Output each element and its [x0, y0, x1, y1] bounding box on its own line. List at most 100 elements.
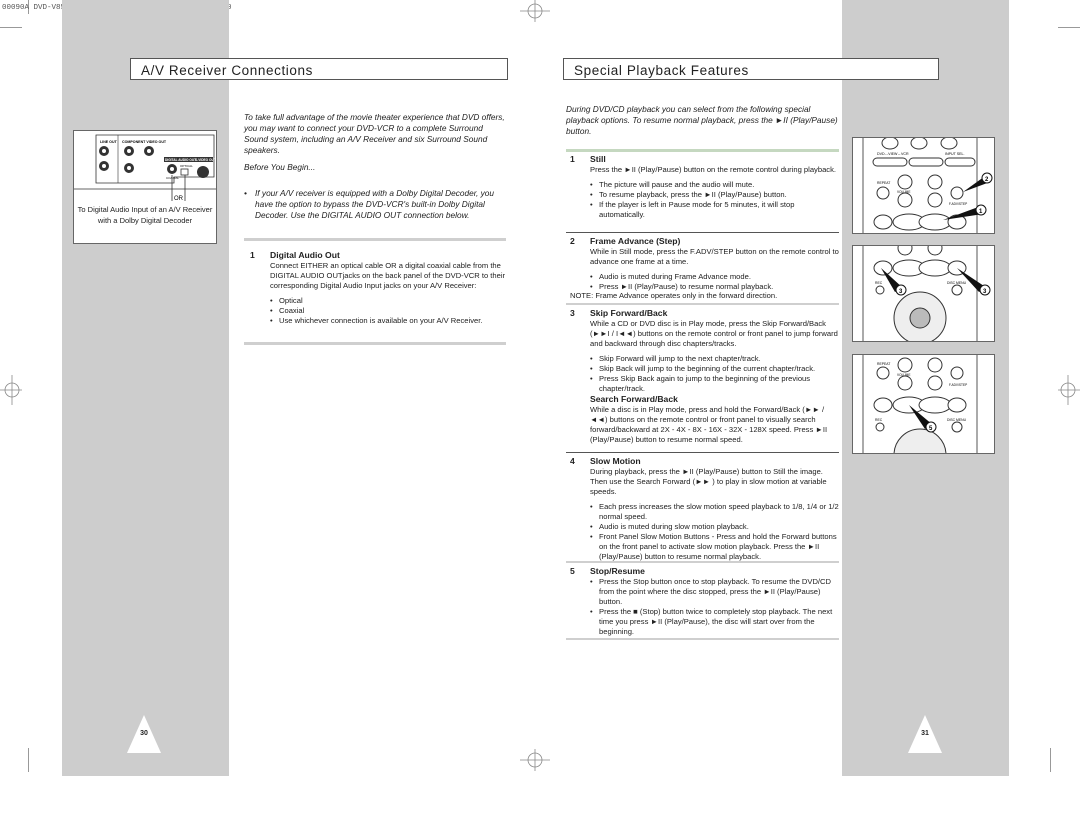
optical-label: OPTICAL: [180, 164, 193, 168]
bullet-item: Audio is muted during slow motion playba…: [590, 522, 840, 532]
section-heading: Frame Advance (Step): [590, 236, 681, 246]
section-number: 2: [570, 236, 575, 246]
disc-menu-label: DISC MENU: [947, 418, 967, 422]
bullet-item: The picture will pause and the audio wil…: [590, 180, 840, 190]
section-divider: [566, 452, 839, 453]
section-number: 1: [570, 154, 575, 164]
bullet-item: Optical: [270, 296, 508, 306]
right-intro-paragraph: During DVD/CD playback you can select fr…: [566, 104, 838, 136]
registration-mark-bottom: [520, 749, 550, 771]
remote-illustration: DVD↔VIEW↔VCR INPUT SEL. REPEAT VOLUME F.…: [862, 138, 993, 233]
section-divider: [566, 638, 839, 640]
digital-audio-out-label: DIGITAL AUDIO OUT: [165, 158, 196, 162]
remote-illustration: REPEAT VOLUME F.ADV/STEP REC DISC MENU 5: [862, 355, 978, 453]
section-number: 5: [570, 566, 575, 576]
section-number: 3: [570, 308, 575, 318]
bullet-item: Skip Forward will jump to the next chapt…: [590, 354, 840, 364]
s-video-out-label: S-VIDEO OUT: [195, 158, 216, 162]
back-panel-illustration: LINE OUT COMPONENT VIDEO OUT DIGITAL AUD…: [74, 131, 216, 203]
section-divider: [566, 561, 839, 563]
coaxial-label: COAXIAL: [166, 176, 179, 180]
bullet-item: Skip Back will jump to the beginning of …: [590, 364, 840, 374]
bullet-item: To resume playback, press the ►II (Play/…: [590, 190, 840, 200]
section-slow-motion: 4 Slow Motion During playback, press the…: [570, 456, 840, 562]
bullet-item: Press Skip Back again to jump to the beg…: [590, 374, 840, 394]
bullet-item: Press the ■ (Stop) button twice to compl…: [590, 607, 840, 637]
remote-illustration: REC DISC MENU 3 3: [862, 246, 991, 341]
f-adv-step-label: F.ADV/STEP: [949, 202, 967, 206]
section-skip-forward-back: 3 Skip Forward/Back While a CD or DVD di…: [570, 308, 840, 445]
section-bullets: Press the Stop button once to stop playb…: [590, 577, 840, 637]
section-text: Press the ►II (Play/Pause) button on the…: [590, 165, 837, 174]
bullet-marker: •: [244, 188, 247, 198]
repeat-label: REPEAT: [877, 362, 890, 366]
before-you-begin-bullet: • If your A/V receiver is equipped with …: [244, 188, 506, 221]
f-adv-step-label: F.ADV/STEP: [949, 383, 967, 387]
subsection-heading: Search Forward/Back: [590, 394, 678, 404]
section-heading: Digital Audio Out: [270, 250, 340, 260]
figure-caption: To Digital Audio Input of an A/V Receive…: [77, 205, 213, 225]
remote-figure-stop: REPEAT VOLUME F.ADV/STEP REC DISC MENU 5: [852, 354, 995, 454]
section-heading: Stop/Resume: [590, 566, 645, 576]
bullet-item: Front Panel Slow Motion Buttons - Press …: [590, 532, 840, 562]
dvd-view-vcr-label: DVD↔VIEW↔VCR: [877, 152, 909, 156]
section-still: 1 Still Press the ►II (Play/Pause) butto…: [570, 154, 840, 220]
bullet-item: Use whichever connection is available on…: [270, 316, 508, 326]
page-number: 30: [140, 730, 148, 737]
section-text: While a CD or DVD disc is in Play mode, …: [590, 319, 838, 348]
left-margin-band: [62, 0, 229, 776]
input-sel-label: INPUT SEL.: [945, 152, 965, 156]
left-page-title: A/V Receiver Connections: [130, 58, 508, 80]
section-divider: [244, 238, 506, 241]
frame-advance-note: NOTE: Frame Advance operates only in the…: [570, 291, 778, 300]
rec-label: REC: [875, 281, 883, 285]
volume-label: VOLUME: [897, 373, 910, 377]
component-video-out-label: COMPONENT VIDEO OUT: [122, 140, 167, 144]
page-number: 31: [921, 730, 929, 737]
crop-mark: [28, 748, 29, 772]
or-label: OR: [174, 196, 184, 202]
back-panel-figure: LINE OUT COMPONENT VIDEO OUT DIGITAL AUD…: [73, 130, 217, 244]
repeat-label: REPEAT: [877, 181, 890, 185]
section-number: 1: [250, 250, 255, 260]
section-bullets: Each press increases the slow motion spe…: [590, 502, 840, 562]
registration-mark-right: [1058, 375, 1080, 405]
before-you-begin-label: Before You Begin...: [244, 162, 316, 172]
section-bullets: Optical Coaxial Use whichever connection…: [270, 296, 508, 326]
volume-label: VOLUME: [897, 190, 910, 194]
crop-mark: [0, 27, 22, 28]
section-bullets: Audio is muted during Frame Advance mode…: [590, 272, 840, 292]
bullet-item: If the player is left in Pause mode for …: [590, 200, 840, 220]
line-out-label: LINE OUT: [100, 140, 118, 144]
registration-mark-top: [520, 0, 550, 22]
rec-label: REC: [875, 418, 883, 422]
section-bullets: The picture will pause and the audio wil…: [590, 180, 840, 220]
section-heading: Still: [590, 154, 606, 164]
right-page-title: Special Playback Features: [563, 58, 939, 80]
section-frame-advance: 2 Frame Advance (Step) While in Still mo…: [570, 236, 840, 292]
crop-mark: [1058, 27, 1080, 28]
bullet-item: Press the Stop button once to stop playb…: [590, 577, 840, 607]
remote-figure-still-step: DVD↔VIEW↔VCR INPUT SEL. REPEAT VOLUME F.…: [852, 137, 995, 234]
bullet-item: Audio is muted during Frame Advance mode…: [590, 272, 840, 282]
section-divider: [566, 232, 839, 233]
section-digital-audio-out: 1 Digital Audio Out Connect EITHER an op…: [250, 250, 508, 326]
section-divider: [566, 149, 839, 152]
before-you-begin-text: If your A/V receiver is equipped with a …: [255, 188, 495, 220]
crop-mark: [1050, 748, 1051, 772]
section-heading: Slow Motion: [590, 456, 641, 466]
subsection-text: While a disc is in Play mode, press and …: [590, 405, 828, 444]
section-number: 4: [570, 456, 575, 466]
section-heading: Skip Forward/Back: [590, 308, 668, 318]
section-bullets: Skip Forward will jump to the next chapt…: [590, 354, 840, 394]
bullet-item: Coaxial: [270, 306, 508, 316]
registration-mark-left: [0, 375, 22, 405]
section-divider: [566, 303, 839, 305]
left-intro-paragraph: To take full advantage of the movie thea…: [244, 112, 505, 155]
section-text: While in Still mode, press the F.ADV/STE…: [590, 247, 839, 266]
bullet-item: Each press increases the slow motion spe…: [590, 502, 840, 522]
section-text: Connect EITHER an optical cable OR a dig…: [270, 261, 506, 290]
remote-figure-skip: REC DISC MENU 3 3: [852, 245, 995, 342]
section-divider: [244, 342, 506, 345]
section-stop-resume: 5 Stop/Resume Press the Stop button once…: [570, 566, 840, 637]
